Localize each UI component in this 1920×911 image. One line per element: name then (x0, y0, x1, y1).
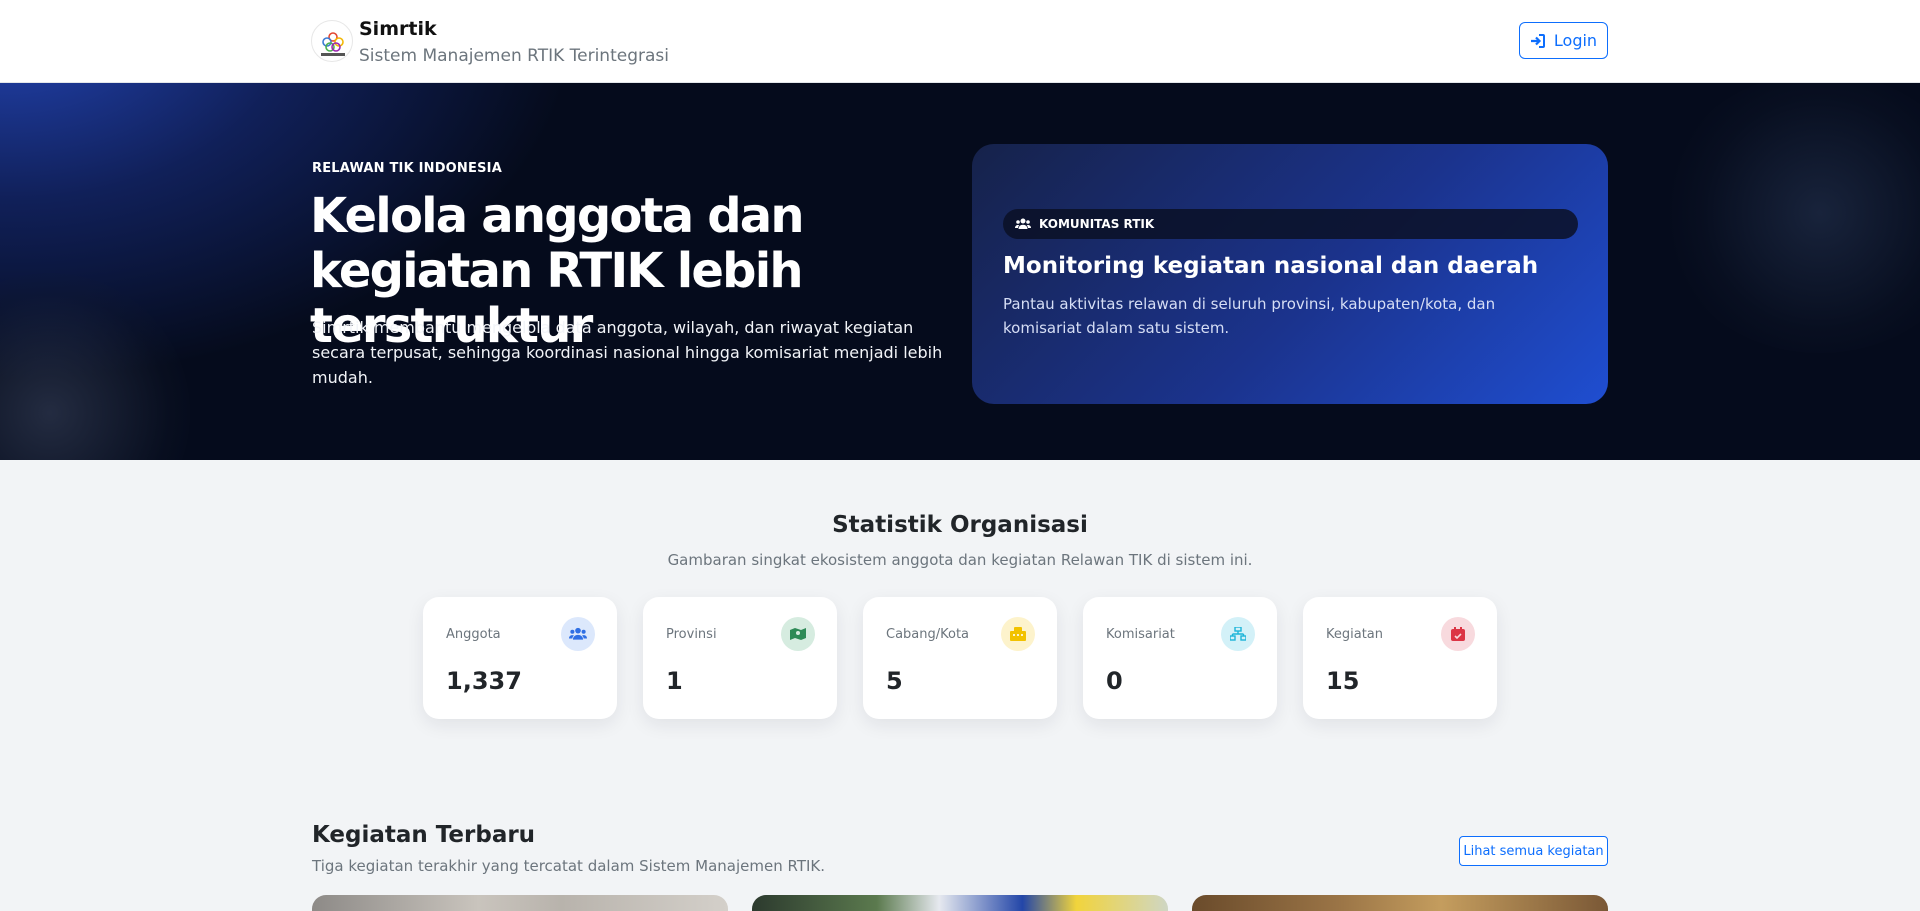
brand-name: Simrtik (359, 18, 437, 40)
stat-card-komisariat: Komisariat 0 (1083, 597, 1277, 719)
hero-card-description: Pantau aktivitas relawan di seluruh prov… (1003, 295, 1496, 337)
stat-card-kegiatan: Kegiatan 15 (1303, 597, 1497, 719)
users-icon (1015, 218, 1031, 229)
login-button[interactable]: Login (1519, 22, 1608, 59)
login-label: Login (1553, 31, 1598, 50)
stat-label: Komisariat (1106, 627, 1175, 642)
stats-title: Statistik Organisasi (832, 512, 1088, 538)
hero-description: Simrtik membantu mengelola data anggota,… (312, 318, 943, 387)
stats-subtitle: Gambaran singkat ekosistem anggota dan k… (667, 551, 1253, 569)
recent-activities-title: Kegiatan Terbaru (312, 822, 536, 848)
stat-card-anggota: Anggota 1,337 (423, 597, 617, 719)
activity-card-image[interactable] (312, 895, 728, 911)
hero-card-title: Monitoring kegiatan nasional dan daerah (1003, 253, 1539, 279)
calendar-icon (1441, 617, 1475, 651)
stat-label: Kegiatan (1326, 627, 1384, 642)
map-icon (781, 617, 815, 651)
see-all-activities-button[interactable]: Lihat semua kegiatan (1459, 836, 1608, 866)
rtik-logo (311, 20, 353, 62)
stat-label: Cabang/Kota (886, 627, 970, 642)
activity-card-image[interactable] (752, 895, 1168, 911)
stat-value: 5 (886, 667, 903, 695)
stat-label: Anggota (446, 627, 501, 642)
recent-activities-subtitle: Tiga kegiatan terakhir yang tercatat dal… (312, 857, 826, 875)
community-badge-label: KOMUNITAS RTIK (1039, 217, 1155, 231)
brand[interactable]: Simrtik Sistem Manajemen RTIK Terintegra… (311, 17, 669, 68)
community-badge: KOMUNITAS RTIK (1003, 209, 1578, 239)
top-navbar: Simrtik Sistem Manajemen RTIK Terintegra… (0, 0, 1920, 83)
hero-glow (1660, 83, 1920, 353)
stat-value: 1 (666, 667, 683, 695)
stat-card-provinsi: Provinsi 1 (643, 597, 837, 719)
sign-in-icon (1530, 33, 1545, 48)
activity-card-image[interactable] (1192, 895, 1608, 911)
brand-subtitle: Sistem Manajemen RTIK Terintegrasi (359, 46, 669, 66)
hero-feature-card: KOMUNITAS RTIK Monitoring kegiatan nasio… (972, 144, 1608, 404)
stat-label: Provinsi (666, 627, 717, 642)
users-icon (561, 617, 595, 651)
hero-section: RELAWAN TIK INDONESIA Kelola anggota dan… (0, 83, 1920, 460)
stat-card-cabang-kota: Cabang/Kota 5 (863, 597, 1057, 719)
stat-value: 1,337 (446, 667, 522, 695)
sitemap-icon (1221, 617, 1255, 651)
stat-value: 0 (1106, 667, 1123, 695)
stat-value: 15 (1326, 667, 1360, 695)
hero-eyebrow: RELAWAN TIK INDONESIA (312, 161, 502, 176)
building-icon (1001, 617, 1035, 651)
